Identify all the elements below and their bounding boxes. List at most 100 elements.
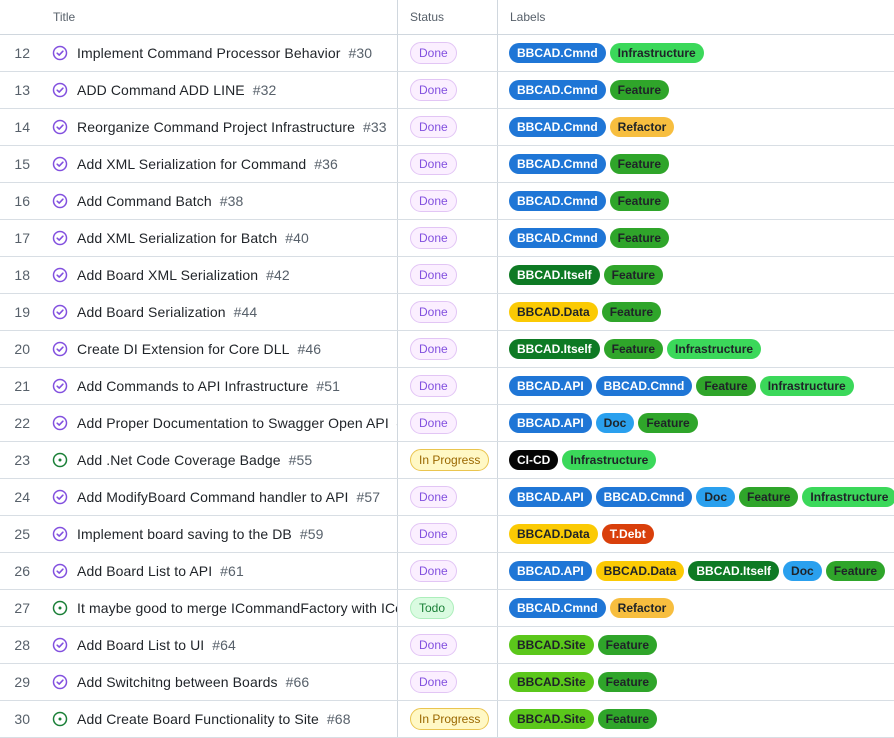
labels-cell[interactable]: BBCAD.Cmnd Feature [498,72,894,108]
labels-column-header[interactable]: Labels [498,0,894,34]
table-row[interactable]: 26 Add Board List to API #61 Done BBCAD.API… [0,553,894,590]
labels-cell[interactable]: BBCAD.Data T.Debt [498,516,894,552]
issue-number[interactable]: #51 [316,378,340,394]
table-row[interactable]: 25 Implement board saving to the DB #59 Do… [0,516,894,553]
issue-title-link[interactable]: Add ModifyBoard Command handler to API [77,489,349,505]
status-cell[interactable]: Done [398,368,498,404]
labels-cell[interactable]: BBCAD.Data Feature [498,294,894,330]
labels-cell[interactable]: BBCAD.API BBCAD.Data BBCAD.Itself Doc Featur… [498,553,894,589]
label-badge: Doc [783,561,822,581]
table-row[interactable]: 29 Add Switchitng between Boards #66 Done B… [0,664,894,701]
status-cell[interactable]: Done [398,405,498,441]
issue-title-link[interactable]: Add Board List to API [77,563,212,579]
labels-cell[interactable]: BBCAD.API Doc Feature [498,405,894,441]
table-row[interactable]: 14 Reorganize Command Project Infrastruct… [0,109,894,146]
issue-title-link[interactable]: Reorganize Command Project Infrastructur… [77,119,355,135]
status-cell[interactable]: Done [398,72,498,108]
issue-title-link[interactable]: Add Board XML Serialization [77,267,258,283]
issue-title-link[interactable]: Add XML Serialization for Batch [77,230,277,246]
status-cell[interactable]: In Progress [398,701,498,737]
issue-title-link[interactable]: Add Switchitng between Boards [77,674,278,690]
table-row[interactable]: 21 Add Commands to API Infrastructure #51… [0,368,894,405]
labels-cell[interactable]: CI-CD Infrastructure [498,442,894,478]
issue-number[interactable]: #32 [253,82,277,98]
table-row[interactable]: 24 Add ModifyBoard Command handler to API… [0,479,894,516]
status-cell[interactable]: Todo [398,590,498,626]
status-column-header[interactable]: Status [398,0,498,34]
issue-title-link[interactable]: Add XML Serialization for Command [77,156,306,172]
table-row[interactable]: 30 Add Create Board Functionality to Site… [0,701,894,738]
table-row[interactable]: 28 Add Board List to UI #64 Done BBCAD.Site… [0,627,894,664]
labels-cell[interactable]: BBCAD.Cmnd Infrastructure [498,35,894,71]
issue-title-link[interactable]: Create DI Extension for Core DLL [77,341,290,357]
issue-number[interactable]: #33 [363,119,387,135]
issue-number[interactable]: #36 [314,156,338,172]
issue-number[interactable]: #46 [298,341,322,357]
status-cell[interactable]: Done [398,35,498,71]
labels-cell[interactable]: BBCAD.API BBCAD.Cmnd Doc Feature Infrastruct… [498,479,894,515]
table-row[interactable]: 12 Implement Command Processor Behavior #… [0,35,894,72]
status-cell[interactable]: Done [398,627,498,663]
labels-cell[interactable]: BBCAD.Cmnd Feature [498,146,894,182]
status-cell[interactable]: Done [398,553,498,589]
status-cell[interactable]: Done [398,146,498,182]
title-column-header[interactable]: Title [40,0,398,34]
table-row[interactable]: 22 Add Proper Documentation to Swagger Op… [0,405,894,442]
issue-title-link[interactable]: Add Proper Documentation to Swagger Open… [77,415,389,431]
table-row[interactable]: 15 Add XML Serialization for Command #36 D… [0,146,894,183]
issue-number[interactable]: #64 [212,637,236,653]
label-badge: Feature [609,80,670,100]
issue-title-link[interactable]: It maybe good to merge ICommandFactory w… [77,600,397,616]
status-cell[interactable]: Done [398,220,498,256]
labels-cell[interactable]: BBCAD.Itself Feature Infrastructure [498,331,894,367]
issue-number[interactable]: #42 [266,267,290,283]
labels-cell[interactable]: BBCAD.Cmnd Refactor [498,590,894,626]
table-row[interactable]: 27 It maybe good to merge ICommandFactory… [0,590,894,627]
issue-number[interactable]: #38 [220,193,244,209]
labels-cell[interactable]: BBCAD.Cmnd Refactor [498,109,894,145]
row-number: 24 [14,489,30,505]
issue-title-link[interactable]: Implement board saving to the DB [77,526,292,542]
issue-number[interactable]: #57 [357,489,381,505]
table-row[interactable]: 19 Add Board Serialization #44 Done BBCAD.D… [0,294,894,331]
issue-number[interactable]: #66 [286,674,310,690]
table-row[interactable]: 18 Add Board XML Serialization #42 Done BBC… [0,257,894,294]
issue-number[interactable]: #55 [289,452,313,468]
labels-cell[interactable]: BBCAD.Site Feature [498,664,894,700]
issue-number[interactable]: #30 [348,45,372,61]
labels-cell[interactable]: BBCAD.Cmnd Feature [498,220,894,256]
table-row[interactable]: 17 Add XML Serialization for Batch #40 Don… [0,220,894,257]
status-cell[interactable]: Done [398,664,498,700]
status-cell[interactable]: Done [398,257,498,293]
status-cell[interactable]: Done [398,109,498,145]
table-row[interactable]: 23 Add .Net Code Coverage Badge #55 In Pro… [0,442,894,479]
issue-title-link[interactable]: Add Board Serialization [77,304,226,320]
issue-title-link[interactable]: ADD Command ADD LINE [77,82,245,98]
labels-cell[interactable]: BBCAD.API BBCAD.Cmnd Feature Infrastructure [498,368,894,404]
issue-title-link[interactable]: Add Create Board Functionality to Site [77,711,319,727]
status-badge: Done [410,264,457,286]
issue-title-link[interactable]: Implement Command Processor Behavior [77,45,340,61]
status-cell[interactable]: Done [398,331,498,367]
status-cell[interactable]: In Progress [398,442,498,478]
issue-number[interactable]: #61 [220,563,244,579]
issue-title-link[interactable]: Add Board List to UI [77,637,204,653]
issue-number[interactable]: #59 [300,526,324,542]
labels-cell[interactable]: BBCAD.Itself Feature [498,257,894,293]
labels-cell[interactable]: BBCAD.Site Feature [498,627,894,663]
table-row[interactable]: 20 Create DI Extension for Core DLL #46 Do… [0,331,894,368]
issue-number[interactable]: #68 [327,711,351,727]
issue-title-link[interactable]: Add Commands to API Infrastructure [77,378,308,394]
issue-number[interactable]: #44 [234,304,258,320]
status-cell[interactable]: Done [398,516,498,552]
labels-cell[interactable]: BBCAD.Site Feature [498,701,894,737]
table-row[interactable]: 16 Add Command Batch #38 Done BBCAD.Cmnd Fea… [0,183,894,220]
table-row[interactable]: 13 ADD Command ADD LINE #32 Done BBCAD.Cmnd… [0,72,894,109]
issue-title-link[interactable]: Add Command Batch [77,193,212,209]
status-cell[interactable]: Done [398,479,498,515]
status-cell[interactable]: Done [398,183,498,219]
issue-number[interactable]: #40 [285,230,309,246]
status-cell[interactable]: Done [398,294,498,330]
issue-title-link[interactable]: Add .Net Code Coverage Badge [77,452,281,468]
labels-cell[interactable]: BBCAD.Cmnd Feature [498,183,894,219]
